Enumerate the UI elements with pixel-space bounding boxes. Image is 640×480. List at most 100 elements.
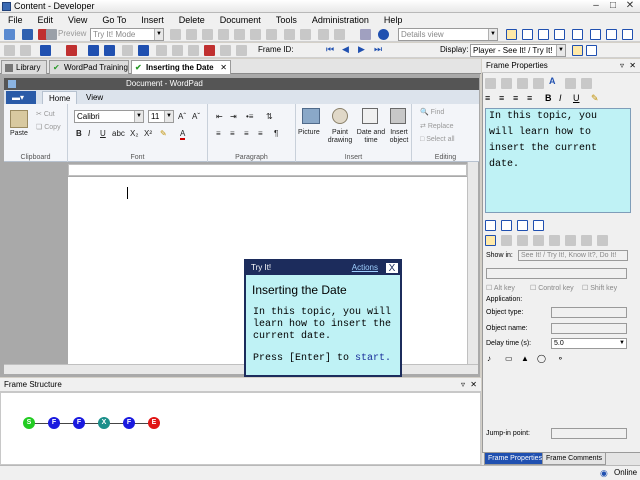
tool-icon[interactable]	[565, 235, 576, 246]
layout-icon[interactable]	[606, 29, 617, 40]
paste-icon[interactable]	[266, 29, 277, 40]
shift-key-checkbox[interactable]: ☐ Shift key	[582, 284, 617, 292]
last-frame-icon[interactable]: ⏭	[374, 44, 382, 55]
horizontal-scrollbar[interactable]	[4, 364, 478, 374]
display-combo[interactable]: Player - See It! / Try It! ▼	[470, 44, 566, 57]
tool-icon[interactable]	[204, 45, 215, 56]
tool-icon[interactable]	[88, 45, 99, 56]
view-combo[interactable]: Details view ▼	[398, 28, 498, 41]
line-spacing-icon[interactable]: ⇅	[266, 112, 273, 121]
tab-frame-comments[interactable]: Frame Comments	[542, 453, 607, 465]
tool-icon[interactable]	[40, 45, 51, 56]
select-all-button[interactable]: □ Select all	[420, 136, 455, 143]
tool-icon[interactable]	[533, 235, 544, 246]
tool-icon[interactable]	[581, 78, 592, 89]
first-frame-icon[interactable]: ⏮	[326, 44, 334, 55]
tool-icon[interactable]: ⚬	[557, 354, 564, 363]
picture-icon[interactable]	[302, 108, 320, 124]
tool-icon[interactable]	[517, 78, 528, 89]
tool-icon[interactable]	[188, 45, 199, 56]
preview-button[interactable]: Preview	[58, 29, 86, 38]
tool-icon[interactable]	[104, 45, 115, 56]
ruler[interactable]	[68, 164, 467, 176]
tool-icon[interactable]	[597, 235, 608, 246]
paste-icon[interactable]	[10, 110, 28, 128]
decrease-indent-icon[interactable]: ⇤	[216, 112, 223, 121]
tool-icon[interactable]	[318, 29, 329, 40]
underline-icon[interactable]: U	[573, 93, 580, 103]
tool-icon[interactable]	[218, 29, 229, 40]
tool-icon[interactable]	[122, 45, 133, 56]
menu-document[interactable]: Document	[212, 13, 268, 27]
font-color-icon[interactable]: A	[180, 129, 186, 140]
layout-icon[interactable]	[506, 29, 517, 40]
bubble-close-button[interactable]: X	[385, 262, 399, 274]
maximize-icon[interactable]: □	[605, 1, 621, 12]
menu-file[interactable]: File	[0, 13, 30, 27]
alt-key-checkbox[interactable]: ☐ Alt key	[486, 284, 515, 292]
frame-node[interactable]: F	[123, 417, 135, 429]
menu-edit[interactable]: Edit	[30, 13, 61, 27]
paste-button[interactable]: Paste	[10, 130, 28, 137]
undo-icon[interactable]	[284, 29, 295, 40]
jump-in-field[interactable]	[551, 428, 627, 439]
insert-object-button[interactable]: Insert object	[386, 129, 412, 145]
align-center-icon[interactable]: ≡	[499, 93, 504, 103]
copy-button[interactable]: ❏ Copy	[36, 123, 61, 131]
tool-icon[interactable]	[485, 235, 496, 246]
tool-icon[interactable]	[501, 220, 512, 231]
tool-icon[interactable]	[4, 45, 15, 56]
layout-icon[interactable]	[554, 29, 565, 40]
file-menu-button[interactable]: ▬▾	[6, 91, 36, 104]
bold-icon[interactable]: B	[76, 129, 82, 138]
control-key-checkbox[interactable]: ☐ Control key	[530, 284, 574, 292]
strikethrough-icon[interactable]: abc	[112, 129, 125, 138]
layout-icon[interactable]	[586, 45, 597, 56]
align-left-icon[interactable]: ≡	[485, 93, 490, 103]
align-left-icon[interactable]: ≡	[216, 129, 221, 138]
menu-insert[interactable]: Insert	[133, 13, 171, 27]
menu-administration[interactable]: Administration	[304, 13, 376, 27]
pin-icon[interactable]: ▿	[461, 378, 465, 392]
shrink-font-icon[interactable]: Aˇ	[192, 112, 200, 121]
delete-icon[interactable]	[533, 78, 544, 89]
frame-node-decision[interactable]: X	[98, 417, 110, 429]
menu-tools[interactable]: Tools	[268, 13, 304, 27]
date-and-time-button[interactable]: Date and time	[356, 129, 386, 145]
cut-button[interactable]: ✂ Cut	[36, 110, 55, 118]
menu-goto[interactable]: Go To	[94, 13, 133, 27]
font-icon[interactable]: A	[549, 76, 556, 86]
bullets-icon[interactable]: •≡	[246, 112, 253, 121]
copy-icon[interactable]	[250, 29, 261, 40]
tool-icon[interactable]	[156, 45, 167, 56]
tool-icon[interactable]	[220, 45, 231, 56]
tool-icon[interactable]	[360, 29, 371, 40]
tool-icon[interactable]: ▲	[521, 354, 529, 363]
layout-icon[interactable]	[572, 45, 583, 56]
frame-node-start[interactable]: S	[23, 417, 35, 429]
layout-icon[interactable]	[572, 29, 583, 40]
tab-inserting-the-date[interactable]: ✔ Inserting the Date ✕	[131, 60, 231, 74]
object-name-field[interactable]	[551, 323, 627, 334]
paint-drawing-button[interactable]: Paint drawing	[326, 129, 354, 145]
tool-icon[interactable]	[517, 235, 528, 246]
tool-icon[interactable]	[517, 220, 528, 231]
menu-help[interactable]: Help	[376, 13, 410, 27]
ribbon-tab-view[interactable]: View	[80, 91, 109, 104]
tool-icon[interactable]	[501, 235, 512, 246]
text-color-icon[interactable]: ✎	[591, 93, 599, 104]
redo-icon[interactable]	[300, 29, 311, 40]
tab-library[interactable]: Library	[1, 60, 47, 74]
paragraph-icon[interactable]: ¶	[274, 129, 278, 138]
tool-icon[interactable]	[170, 29, 181, 40]
cut-icon[interactable]	[234, 29, 245, 40]
italic-icon[interactable]: I	[88, 129, 90, 138]
next-frame-icon[interactable]: ▶	[358, 44, 365, 55]
tool-icon[interactable]	[485, 220, 496, 231]
replace-button[interactable]: ⇄ Replace	[420, 122, 454, 130]
tool-icon[interactable]	[334, 29, 345, 40]
tool-icon[interactable]	[549, 235, 560, 246]
tab-frame-properties[interactable]: Frame Properties	[484, 453, 547, 465]
layout-icon[interactable]	[522, 29, 533, 40]
font-size-combo[interactable]: 11 ▼	[148, 110, 174, 123]
